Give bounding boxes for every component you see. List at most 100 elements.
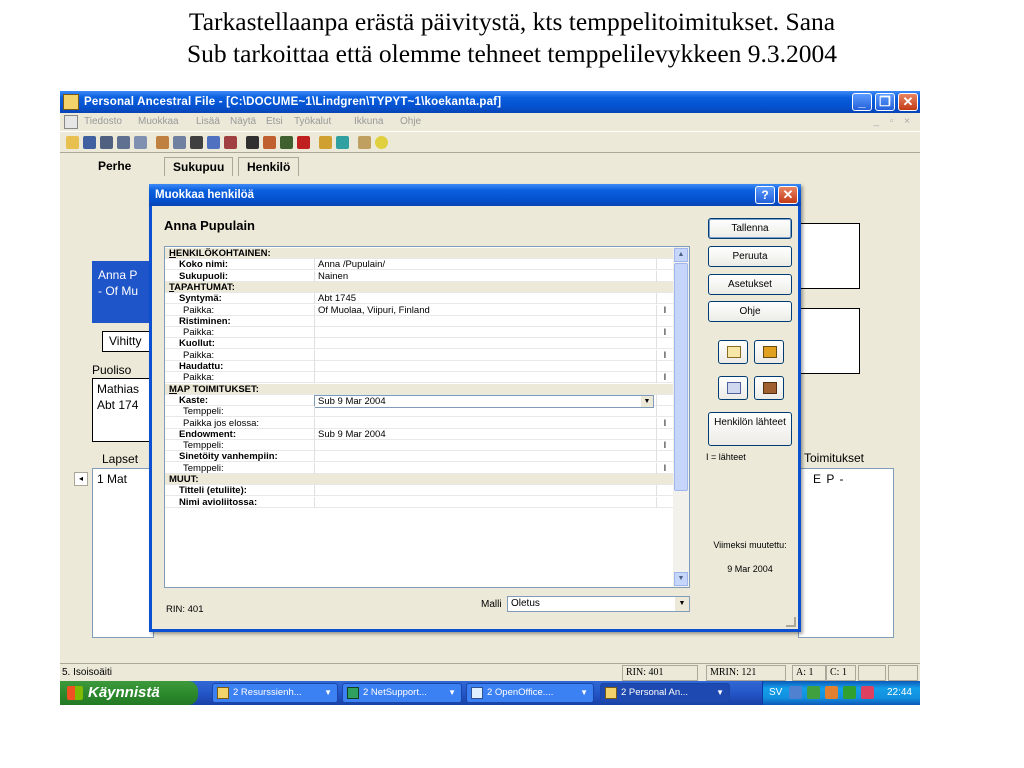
grid-field-row[interactable]: Koko nimi: Anna /Pupulain/ — [165, 259, 673, 271]
book-button[interactable] — [754, 340, 784, 364]
person-sources-button[interactable]: Henkilön lähteet — [708, 412, 792, 446]
grid-field-row[interactable]: Haudattu: — [165, 361, 673, 372]
cancel-button[interactable]: Peruuta — [708, 246, 792, 267]
chevron-down-icon[interactable]: ▼ — [675, 597, 689, 611]
maximize-button[interactable]: ❐ — [875, 93, 895, 111]
parents-box-1[interactable] — [798, 223, 860, 289]
field-value[interactable]: Nainen — [314, 270, 654, 282]
grid-field-row[interactable]: Paikka jos elossa: I — [165, 417, 673, 429]
task-netsupport[interactable]: 2 NetSupport... ▼ — [342, 683, 462, 703]
grid-field-row[interactable]: Sinetöity vanhempiin: — [165, 451, 673, 463]
source-flag[interactable] — [656, 338, 673, 350]
child-row[interactable]: 1 Mat — [97, 471, 127, 487]
dialog-help-button[interactable]: ? — [755, 186, 775, 204]
field-value[interactable] — [314, 349, 654, 361]
menu-tyokalut[interactable]: Työkalut — [294, 113, 331, 131]
field-value[interactable]: Of Muolaa, Viipuri, Finland — [314, 304, 654, 316]
network-icon[interactable] — [789, 686, 802, 699]
field-value[interactable] — [314, 417, 654, 429]
merge-icon[interactable] — [297, 136, 310, 149]
camera-icon[interactable] — [190, 136, 203, 149]
source-flag[interactable] — [656, 259, 673, 271]
save-as-icon[interactable] — [100, 136, 113, 149]
source-flag[interactable]: I — [656, 372, 673, 384]
source-flag[interactable] — [656, 428, 673, 440]
couple-icon[interactable] — [224, 136, 237, 149]
task-resurssienhallinta[interactable]: 2 Resurssienh... ▼ — [212, 683, 338, 703]
preview-icon[interactable] — [134, 136, 147, 149]
grid-field-row[interactable]: Ristiminen: — [165, 315, 673, 327]
grid-field-row[interactable]: Paikka: I — [165, 372, 673, 384]
scrollbar-up-icon[interactable]: ▲ — [674, 248, 688, 262]
field-value[interactable] — [314, 372, 654, 384]
field-value[interactable] — [314, 338, 654, 350]
grid-field-row[interactable]: Titteli (etuliite): — [165, 485, 673, 497]
source-flag[interactable] — [656, 270, 673, 282]
grid-field-row[interactable]: Kaste: Sub 9 Mar 2004 ▼ — [165, 394, 673, 408]
scrollbar-down-icon[interactable]: ▼ — [674, 572, 688, 586]
title-bar[interactable]: Personal Ancestral File - [C:\DOCUME~1\L… — [60, 91, 920, 113]
source-flag[interactable]: I — [656, 462, 673, 474]
grid-field-row[interactable]: Syntymä: Abt 1745 — [165, 293, 673, 305]
scrollbar-thumb[interactable] — [674, 263, 688, 491]
search-icon[interactable] — [246, 136, 259, 149]
edit-icon[interactable] — [173, 136, 186, 149]
grid-field-row[interactable]: Temppeli: I — [165, 462, 673, 474]
field-value[interactable] — [314, 361, 654, 372]
field-value[interactable] — [314, 451, 654, 463]
mdi-controls[interactable]: _ ▫ × — [873, 113, 914, 131]
menu-nayta[interactable]: Näytä — [230, 113, 256, 131]
help-button[interactable]: Ohje — [708, 301, 792, 322]
grid-field-row[interactable]: Nimi avioliitossa: — [165, 496, 673, 508]
scrapbook-button[interactable] — [754, 376, 784, 400]
field-value[interactable] — [314, 462, 654, 474]
menu-etsi[interactable]: Etsi — [266, 113, 283, 131]
close-button[interactable]: ✕ — [898, 93, 918, 111]
vertical-scrollbar[interactable]: ▲ ▼ — [673, 247, 689, 587]
grid-field-row[interactable]: Kuollut: — [165, 338, 673, 350]
field-value[interactable] — [314, 315, 654, 327]
volume-icon[interactable] — [825, 686, 838, 699]
source-flag[interactable] — [656, 361, 673, 372]
source-flag[interactable]: I — [656, 440, 673, 452]
temple-icon[interactable] — [358, 136, 371, 149]
parents-box-2[interactable] — [798, 308, 860, 374]
menu-ikkuna[interactable]: Ikkuna — [354, 113, 383, 131]
source-flag[interactable]: I — [656, 349, 673, 361]
married-box[interactable]: Vihitty — [102, 331, 154, 352]
source-flag[interactable]: I — [656, 327, 673, 339]
source-flag[interactable] — [656, 485, 673, 497]
tools-icon[interactable] — [319, 136, 332, 149]
settings-button[interactable]: Asetukset — [708, 274, 792, 295]
grid-field-row[interactable]: Paikka: I — [165, 327, 673, 339]
notes-button[interactable] — [718, 340, 748, 364]
task-personal-ancestral-file[interactable]: 2 Personal An... ▼ — [600, 683, 730, 703]
document-icon[interactable] — [64, 115, 78, 129]
field-value[interactable]: Anna /Pupulain/ — [314, 259, 654, 271]
source-flag[interactable] — [656, 394, 673, 406]
antivirus-icon[interactable] — [861, 686, 874, 699]
template-select[interactable]: Oletus ▼ — [507, 596, 690, 612]
field-value[interactable]: Sub 9 Mar 2004 — [314, 428, 654, 440]
save-icon[interactable] — [83, 136, 96, 149]
start-button[interactable]: Käynnistä — [60, 681, 198, 705]
navigate-icon[interactable] — [280, 136, 293, 149]
field-value[interactable] — [314, 406, 654, 418]
edit-note-button[interactable] — [718, 376, 748, 400]
security-icon[interactable] — [807, 686, 820, 699]
source-flag[interactable] — [656, 293, 673, 305]
field-value[interactable] — [314, 327, 654, 339]
folder-open-icon[interactable] — [66, 136, 79, 149]
family-icon[interactable] — [207, 136, 220, 149]
tab-perhe[interactable]: Perhe — [90, 157, 150, 176]
grid-field-row[interactable]: Paikka: I — [165, 349, 673, 361]
tab-sukupuu[interactable]: Sukupuu — [164, 157, 234, 176]
source-flag[interactable]: I — [656, 304, 673, 316]
menu-muokkaa[interactable]: Muokkaa — [138, 113, 179, 131]
source-flag[interactable]: I — [656, 417, 673, 429]
menu-ohje[interactable]: Ohje — [400, 113, 421, 131]
source-flag[interactable] — [656, 406, 673, 418]
save-button[interactable]: Tallenna — [708, 218, 792, 239]
field-value[interactable] — [314, 440, 654, 452]
source-flag[interactable] — [656, 451, 673, 463]
